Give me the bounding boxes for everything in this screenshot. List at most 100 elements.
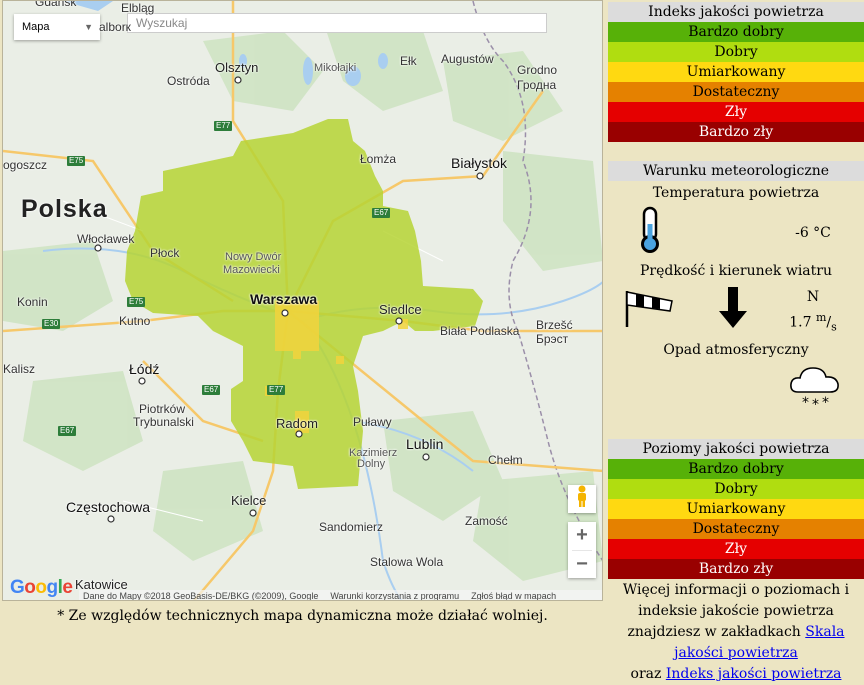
wind-speed-value: 1.7	[789, 314, 812, 331]
place-label: Białystok	[451, 155, 508, 171]
place-label: Brzešć	[536, 318, 573, 332]
place-label: Augustów	[441, 52, 494, 66]
precip-title: Opad atmosferyczny	[663, 342, 809, 358]
level-2: Dobry	[608, 479, 864, 499]
levels-list: Bardzo dobry Dobry Umiarkowany Dostateczny Z…	[608, 459, 864, 579]
wind-unit-num: m	[815, 311, 827, 324]
place-label: Гродна	[517, 78, 557, 92]
level-4: Dostateczny	[608, 82, 864, 102]
zoom-controls: + −	[568, 522, 596, 578]
map-type-select[interactable]: Mapa ▼	[14, 14, 100, 40]
road-shield: E77	[214, 121, 233, 131]
place-label: Łódź	[129, 361, 160, 377]
index-levels-list: Bardzo dobry Dobry Umiarkowany Dostateczny Z…	[608, 22, 864, 142]
road-shield: E75	[127, 297, 146, 307]
terms-link[interactable]: Warunki korzystania z programu	[330, 590, 459, 600]
google-logo: Google	[10, 577, 73, 598]
level-5: Zły	[608, 539, 864, 559]
street-view-pegman[interactable]	[568, 485, 596, 513]
map-data-credit: Dane do Mapy ©2018 GeoBasis-DE/BKG (©200…	[83, 591, 319, 601]
windsock-icon	[625, 291, 673, 327]
meteo-title: Warunku meteorologiczne	[608, 161, 864, 181]
place-label: Ełk	[400, 54, 417, 68]
level-1: Bardzo dobry	[608, 22, 864, 42]
level-4: Dostateczny	[608, 519, 864, 539]
place-label: Włocławek	[77, 232, 135, 246]
place-label: ogoszcz	[3, 158, 48, 172]
place-label: Gdańsk	[35, 0, 77, 9]
chevron-down-icon: ▼	[84, 22, 93, 32]
place-label: Mazowiecki	[223, 264, 280, 276]
road-shield: E67	[372, 208, 391, 218]
country-label: Polska	[21, 195, 108, 223]
place-label: Olsztyn	[215, 60, 259, 75]
wind-speed: 1.7 m/s	[789, 311, 837, 334]
place-label: alborк	[99, 20, 131, 34]
place-label: Kutno	[119, 314, 151, 328]
road-shield: E77	[267, 385, 286, 395]
place-label: Grodno	[517, 63, 558, 77]
place-label: Nowy Dwór	[225, 251, 282, 263]
zoom-out-button[interactable]: −	[568, 551, 596, 579]
place-label: Częstochowa	[66, 499, 151, 515]
place-label: Elbląg	[121, 1, 155, 15]
level-1: Bardzo dobry	[608, 459, 864, 479]
level-5: Zły	[608, 102, 864, 122]
pegman-icon	[578, 485, 586, 507]
aq-region-moderate	[398, 319, 408, 329]
place-label: Siedlce	[379, 302, 422, 317]
place-label: Trybunalski	[133, 415, 194, 429]
air-quality-levels-legend: Poziomy jakości powietrza Bardzo dobry Do…	[608, 439, 864, 579]
place-label: Puławy	[353, 415, 392, 429]
more-info-and: oraz	[630, 666, 662, 682]
place-label: Łomża	[360, 152, 397, 166]
map-attribution: Dane do Mapy ©2018 GeoBasis-DE/BKG (©200…	[79, 590, 602, 601]
place-label: Lublin	[406, 436, 444, 452]
zoom-in-button[interactable]: +	[568, 522, 596, 550]
meteo-panel: Warunku meteorologiczne Temperatura powi…	[608, 161, 864, 431]
index-link[interactable]: Indeks jakości powietrza	[666, 666, 842, 682]
wind-direction: N	[806, 289, 820, 305]
svg-text:*: *	[822, 395, 829, 410]
air-quality-map[interactable]: Mapa ▼ Gdańsk Elbląg alborк Ostróda Olsz…	[2, 0, 603, 601]
wind-arrow-icon	[719, 287, 747, 328]
temperature-title: Temperatura powietrza	[652, 185, 820, 201]
wind-unit-den: s	[831, 320, 837, 334]
place-label: Warszawa	[250, 291, 318, 307]
svg-text:*: *	[802, 395, 809, 410]
temperature-value: -6 °C	[795, 225, 831, 241]
place-label: Chełm	[488, 453, 523, 467]
place-label: Piotrków	[139, 402, 186, 416]
place-label: Kielce	[231, 493, 267, 508]
level-2: Dobry	[608, 42, 864, 62]
wind-title: Prędkość i kierunek wiatru	[639, 263, 832, 279]
aq-region-moderate	[275, 301, 319, 351]
place-label: Płock	[150, 246, 180, 260]
aq-region-moderate	[293, 351, 301, 359]
road-shield: E30	[42, 319, 61, 329]
air-quality-index-legend: Indeks jakości powietrza Bardzo dobry Dob…	[608, 2, 864, 142]
aq-region-moderate	[336, 356, 344, 364]
svg-text:*: *	[812, 397, 819, 410]
place-label: Biała Podlaska	[440, 324, 520, 338]
index-legend-title: Indeks jakości powietrza	[608, 2, 864, 22]
level-6: Bardzo zły	[608, 559, 864, 579]
road-shield: E67	[202, 385, 221, 395]
place-label: Kalisz	[3, 362, 36, 376]
report-error-link[interactable]: Zgłoś błąd w mapach	[471, 590, 556, 600]
map-type-label: Mapa	[22, 21, 50, 33]
road-shield: E67	[58, 426, 77, 436]
snow-cloud-icon: * * *	[790, 367, 839, 410]
place-label: Sandomierz	[319, 520, 384, 534]
level-3: Umiarkowany	[608, 62, 864, 82]
road-shield: E75	[67, 156, 86, 166]
place-label: Radom	[276, 416, 318, 431]
map-search-input[interactable]	[127, 13, 547, 33]
level-6: Bardzo zły	[608, 122, 864, 142]
map-footnote: * Ze względów technicznych mapa dynamicz…	[57, 608, 548, 624]
place-label: Konin	[17, 295, 48, 309]
place-label: Zamość	[465, 514, 508, 528]
more-info-text: Więcej informacji o poziomach i indeksie…	[608, 580, 864, 685]
place-label: Dolny	[357, 458, 386, 470]
level-3: Umiarkowany	[608, 499, 864, 519]
